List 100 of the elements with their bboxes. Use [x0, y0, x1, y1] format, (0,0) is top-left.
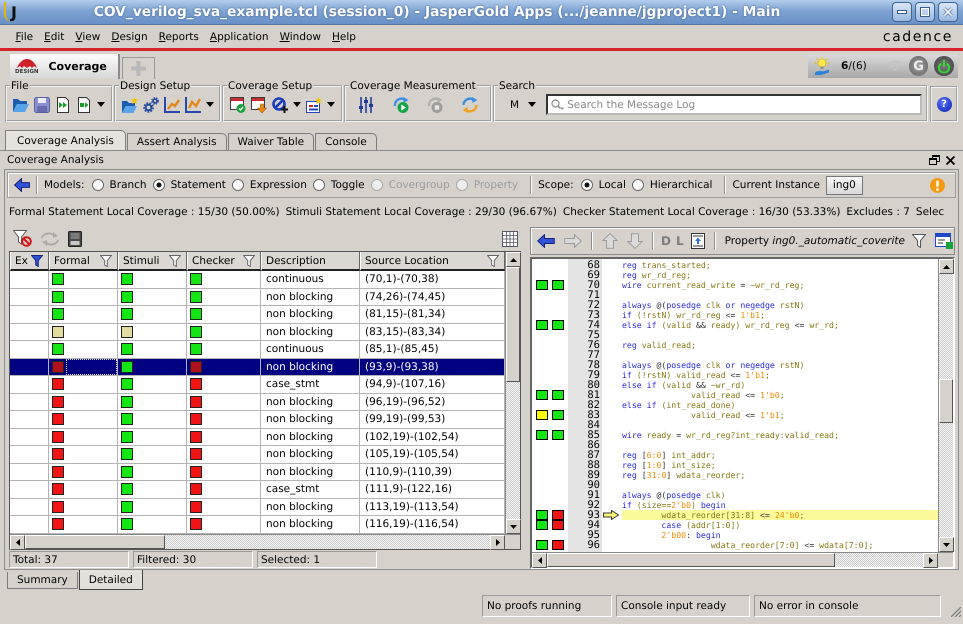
table-row[interactable]: case_stmt (94,9)-(107,16) — [10, 376, 505, 394]
scroll-right-button[interactable] — [923, 553, 938, 568]
table-row[interactable]: non blocking (99,19)-(99,53) — [10, 411, 505, 428]
table-row[interactable]: non blocking (102,19)-(102,54) — [10, 428, 505, 446]
scroll-down-button[interactable] — [506, 519, 521, 534]
table-row[interactable]: non blocking (113,19)-(113,54) — [10, 498, 505, 516]
menu-item[interactable]: Help — [326, 30, 362, 42]
tab[interactable]: Summary — [7, 572, 78, 589]
table-row[interactable]: non blocking (81,15)-(81,34) — [10, 306, 505, 324]
status-field: Total: 37 — [9, 551, 129, 568]
table-row[interactable]: continuous (70,1)-(70,38) — [10, 271, 505, 288]
menu-item[interactable]: Edit — [38, 30, 70, 42]
tab[interactable]: Console — [315, 133, 377, 150]
resize-grip-icon — [951, 607, 961, 617]
status-field: Console input ready — [616, 595, 750, 617]
scroll-thumb[interactable] — [547, 553, 835, 567]
column-header[interactable]: Source Location — [360, 252, 505, 271]
close-button[interactable] — [946, 156, 955, 164]
mode-dropdown[interactable]: M — [498, 94, 546, 114]
scroll-thumb[interactable] — [939, 379, 953, 423]
search-field[interactable]: Search the Message Log — [546, 94, 922, 115]
vertical-scrollbar[interactable] — [938, 259, 953, 552]
scrollbar-corner — [505, 535, 520, 549]
table-cell: case_stmt — [261, 481, 360, 498]
table-row[interactable]: case_stmt (111,9)-(122,16) — [10, 481, 505, 498]
line-number: 93 — [586, 510, 600, 520]
filter-clear-icon — [13, 230, 32, 247]
caret-icon — [528, 102, 536, 107]
toolbar-button[interactable] — [688, 230, 707, 252]
coverage-summary: Stimuli Statement Local Coverage : 29/30 (96.67%) — [286, 206, 557, 218]
tab[interactable]: Detailed — [78, 570, 143, 590]
radio-option[interactable]: Local — [580, 179, 626, 191]
table-row[interactable]: non blocking (83,15)-(83,34) — [10, 324, 505, 341]
left-arrow-icon — [537, 234, 555, 248]
scroll-up-button[interactable] — [939, 259, 954, 274]
close-icon — [943, 7, 953, 17]
menu-item[interactable]: File — [10, 30, 39, 42]
window-title: COV_verilog_sva_example.tcl (session_0) - JasperGold Apps (.../jeanne/jgproject1) - Main — [92, 4, 782, 20]
help-button[interactable]: ? — [936, 96, 952, 112]
line-number: 85 — [586, 430, 600, 440]
close-button[interactable] — [938, 2, 958, 22]
scroll-thumb[interactable] — [506, 267, 520, 382]
tab[interactable]: Assert Analysis — [126, 133, 227, 150]
scroll-thumb[interactable] — [25, 535, 165, 549]
menu-item[interactable]: Reports — [153, 30, 204, 42]
column-header[interactable]: Checker — [187, 252, 261, 271]
scroll-up-button[interactable] — [506, 252, 521, 267]
column-header[interactable]: Stimuli — [118, 252, 187, 271]
radio-option[interactable]: Branch — [92, 179, 147, 191]
coverage-summary: Excludes : 7 — [846, 206, 910, 218]
radio-option[interactable]: Statement — [152, 179, 226, 191]
power-button[interactable] — [934, 56, 954, 76]
code-line: reg [6:0] int_addr; — [622, 450, 717, 460]
horizontal-scrollbar[interactable] — [10, 535, 505, 549]
table-row[interactable]: non blocking (110,9)-(110,39) — [10, 464, 505, 481]
tab[interactable]: Waiver Table — [228, 133, 314, 150]
caret-down-icon — [510, 524, 517, 528]
menu-item[interactable]: Application — [204, 30, 274, 42]
column-header[interactable]: Ex — [10, 252, 49, 271]
window-star-icon — [306, 96, 322, 112]
minimize-button[interactable] — [892, 2, 912, 22]
horizontal-scrollbar[interactable] — [532, 553, 938, 567]
toolbar-button[interactable] — [11, 228, 34, 250]
scroll-left-button[interactable] — [10, 535, 25, 550]
search-icon — [551, 99, 564, 110]
lightbulb-icon — [813, 57, 831, 75]
tab[interactable]: Coverage Analysis — [5, 130, 126, 150]
table-row[interactable]: non blocking (116,19)-(116,54) — [10, 516, 505, 534]
table-row[interactable]: non blocking (74,26)-(74,45) — [10, 288, 505, 306]
close-icon — [946, 156, 955, 164]
menu-item[interactable]: Design — [106, 30, 154, 42]
maximize-icon — [920, 7, 930, 17]
back-button[interactable] — [14, 178, 30, 192]
column-header[interactable]: Formal — [49, 252, 118, 271]
restore-button[interactable] — [929, 155, 940, 165]
radio-option[interactable]: Toggle — [312, 179, 365, 191]
line-number: 96 — [586, 540, 600, 550]
status-field: Selected: 1 — [257, 551, 377, 568]
caret-right-icon — [928, 557, 932, 564]
table-row[interactable]: non blocking (105,19)-(105,54) — [10, 446, 505, 464]
filter-icon — [912, 234, 926, 248]
caret-left-icon — [538, 557, 542, 564]
scroll-right-button[interactable] — [490, 535, 505, 550]
table-row[interactable]: non blocking (96,19)-(96,52) — [10, 394, 505, 411]
table-row[interactable]: non blocking (93,9)-(93,38) — [10, 358, 505, 376]
scroll-left-button[interactable] — [532, 553, 547, 568]
radio-option[interactable]: Hierarchical — [632, 179, 712, 191]
scroll-down-button[interactable] — [939, 537, 954, 552]
code-line: case (addr[1:0]) — [660, 520, 742, 530]
menu-item[interactable]: Window — [274, 30, 326, 42]
caret-left-icon — [16, 539, 20, 546]
toolbar-button[interactable] — [932, 230, 955, 252]
property-label: Property ing0._automatic_coverite — [724, 235, 905, 247]
models-label: Models: — [44, 179, 85, 191]
column-header[interactable]: Description — [261, 252, 360, 271]
instance-button[interactable]: ing0 — [826, 176, 863, 194]
radio-option[interactable]: Expression — [232, 179, 307, 191]
maximize-button[interactable] — [915, 2, 935, 22]
vertical-scrollbar[interactable] — [505, 252, 520, 534]
menu-item[interactable]: View — [70, 30, 106, 42]
